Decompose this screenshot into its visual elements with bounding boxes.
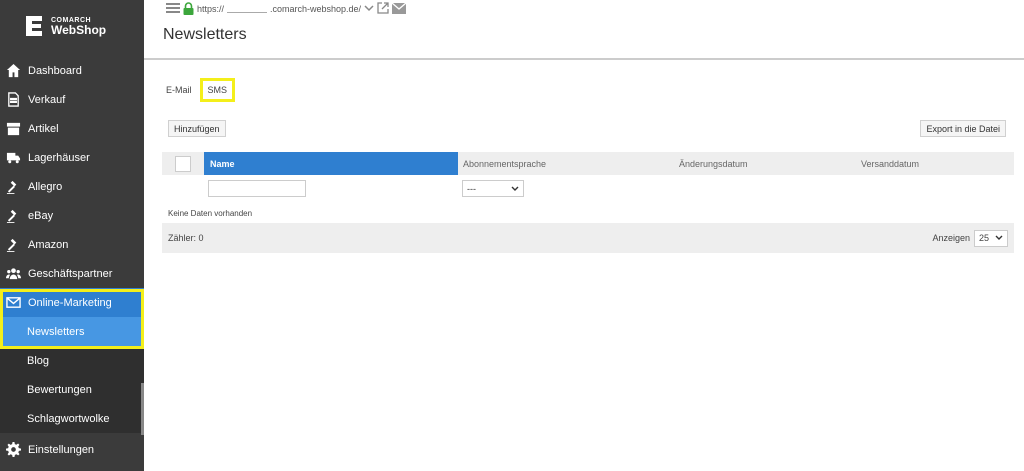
truck-icon <box>5 150 21 166</box>
external-link-icon[interactable] <box>377 2 389 16</box>
page-size-value: 25 <box>979 233 990 243</box>
url-domain[interactable]: .comarch-webshop.de/ <box>270 4 361 14</box>
sidebar-item-label: Geschäftspartner <box>28 267 113 280</box>
language-filter-value: --- <box>467 183 476 194</box>
gavel-icon <box>5 179 21 195</box>
chevron-down-icon <box>995 233 1003 243</box>
sidebar: COMARCH WebShop Dashboard Verkauf Artike… <box>0 0 144 471</box>
sidebar-subitem-bewertungen[interactable]: Bewertungen <box>0 375 144 404</box>
gavel-icon <box>5 208 21 224</box>
envelope-icon <box>5 295 21 311</box>
sidebar-item-label: eBay <box>28 209 54 222</box>
sidebar-item-einstellungen[interactable]: Einstellungen <box>0 435 144 464</box>
sidebar-item-geschaeftspartner[interactable]: Geschäftspartner <box>0 259 144 288</box>
chevron-down-icon[interactable] <box>364 4 374 14</box>
url-prefix: https:// <box>197 4 225 14</box>
archive-icon <box>5 121 21 137</box>
url-bar: https:// .comarch-webshop.de/ <box>166 1 407 17</box>
logo-webshop: WebShop <box>51 22 107 37</box>
page-size-control: Anzeigen 25 <box>932 229 1008 247</box>
lock-icon <box>183 1 194 17</box>
users-icon <box>5 266 21 282</box>
home-icon <box>5 63 21 79</box>
table-header: Name Abonnementsprache Änderungsdatum Ve… <box>162 152 1014 175</box>
sidebar-nav: Dashboard Verkauf Artikel Lagerhäuser Al… <box>0 56 144 433</box>
chevron-down-icon <box>511 184 519 194</box>
tab-email[interactable]: E-Mail <box>162 80 196 100</box>
page-title: Newsletters <box>163 26 247 43</box>
title-divider <box>144 58 1024 60</box>
gear-icon <box>5 442 21 458</box>
logo-mark-icon <box>24 14 44 38</box>
column-header-name[interactable]: Name <box>204 152 458 175</box>
sidebar-scrollbar[interactable] <box>141 383 144 435</box>
add-button[interactable]: Hinzufügen <box>168 120 226 137</box>
export-button[interactable]: Export in die Datei <box>920 120 1006 137</box>
sidebar-item-label: Allegro <box>28 180 63 193</box>
sidebar-item-ebay[interactable]: eBay <box>0 201 144 230</box>
sidebar-item-label: Verkauf <box>28 93 66 106</box>
sidebar-subitem-schlagwortwolke[interactable]: Schlagwortwolke <box>0 404 144 433</box>
language-filter-select[interactable]: --- <box>462 180 524 197</box>
hamburger-icon[interactable] <box>166 2 180 16</box>
row-counter: Zähler: 0 <box>168 233 204 243</box>
sidebar-item-label: Einstellungen <box>28 443 95 456</box>
column-header-sent[interactable]: Versanddatum <box>856 152 919 175</box>
select-all-cell <box>162 152 204 175</box>
sidebar-subitem-blog[interactable]: Blog <box>0 346 144 375</box>
sidebar-item-artikel[interactable]: Artikel <box>0 114 144 143</box>
document-icon <box>5 92 21 108</box>
page-size-label: Anzeigen <box>932 233 970 243</box>
sidebar-item-allegro[interactable]: Allegro <box>0 172 144 201</box>
sidebar-item-label: Online-Marketing <box>28 296 112 309</box>
sidebar-item-dashboard[interactable]: Dashboard <box>0 56 144 85</box>
sidebar-item-lagerhaeuser[interactable]: Lagerhäuser <box>0 143 144 172</box>
sidebar-item-verkauf[interactable]: Verkauf <box>0 85 144 114</box>
logo[interactable]: COMARCH WebShop <box>0 0 144 52</box>
sidebar-item-label: Lagerhäuser <box>28 151 90 164</box>
table-footer: Zähler: 0 Anzeigen 25 <box>162 223 1014 253</box>
select-all-checkbox[interactable] <box>175 155 191 172</box>
sidebar-item-label: Dashboard <box>28 64 82 77</box>
name-filter-input[interactable] <box>208 180 306 197</box>
tab-sms[interactable]: SMS <box>199 78 236 102</box>
sidebar-item-online-marketing[interactable]: Online-Marketing <box>0 288 144 317</box>
mail-icon[interactable] <box>391 2 407 16</box>
tabs: E-Mail SMS <box>162 78 236 102</box>
empty-message: Keine Daten vorhanden <box>168 209 253 218</box>
url-redacted <box>227 5 268 13</box>
gavel-icon <box>5 237 21 253</box>
sidebar-item-amazon[interactable]: Amazon <box>0 230 144 259</box>
sidebar-item-label: Artikel <box>28 122 59 135</box>
sidebar-subitem-newsletters[interactable]: Newsletters <box>0 317 144 346</box>
column-header-changed[interactable]: Änderungsdatum <box>674 152 856 175</box>
column-header-language[interactable]: Abonnementsprache <box>458 152 674 175</box>
logo-text: COMARCH WebShop <box>51 17 106 36</box>
sidebar-item-label: Amazon <box>28 238 69 251</box>
page-size-select[interactable]: 25 <box>974 229 1008 247</box>
